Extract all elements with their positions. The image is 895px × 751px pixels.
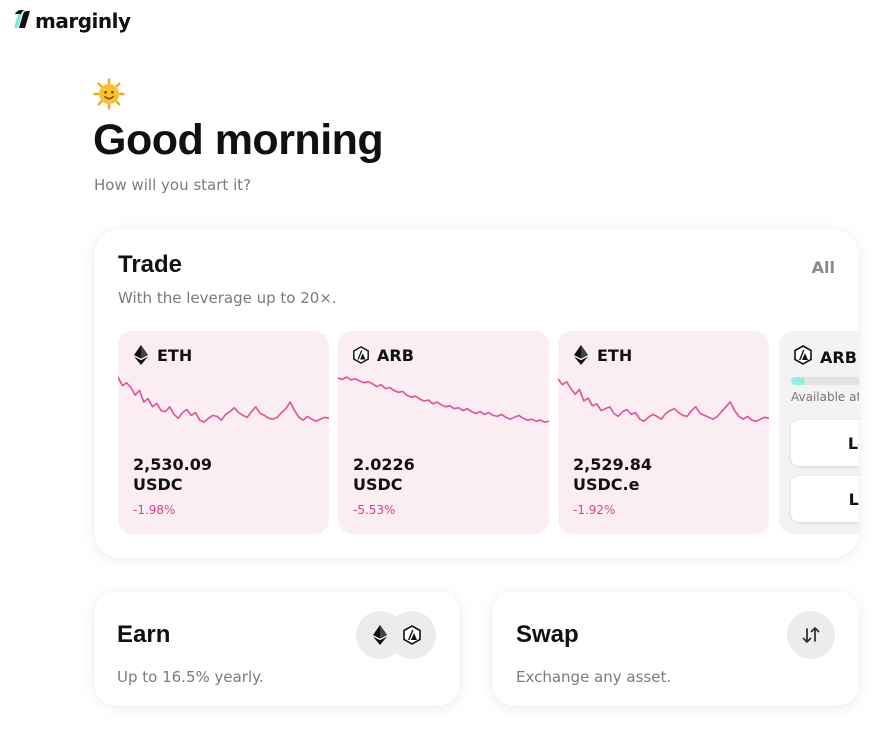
greeting-subtitle: How will you start it? [94, 176, 252, 194]
market-price: 2,530.09 [133, 455, 212, 474]
market-price: 2,529.84 [573, 455, 652, 474]
market-symbol-label: ETH [157, 345, 193, 365]
swap-card[interactable]: Swap Exchange any asset. [492, 591, 859, 706]
market-price: 2.0226 [353, 455, 415, 474]
trade-card: Trade With the leverage up to 20×. All E… [94, 229, 859, 558]
swap-arrows-icon [787, 611, 835, 659]
arb-icon [388, 611, 436, 659]
market-change: -5.53% [353, 503, 396, 517]
market-symbol-label: ARB [377, 345, 414, 365]
brand-logo[interactable]: marginly [12, 8, 131, 34]
greeting-title: Good morning [93, 116, 384, 164]
market-symbol: ETH [132, 345, 192, 365]
sparkline-path [558, 378, 769, 423]
swap-title: Swap [516, 621, 579, 648]
lend-card-arb: ARB / ETH Available at 30.5% APY Lend AR… [779, 331, 859, 534]
price-sparkline [118, 376, 329, 423]
market-tiles: ETH 2,530.09 USDC -1.98% ARB 2.0226 USDC… [118, 331, 859, 534]
swap-subtitle: Exchange any asset. [516, 668, 672, 686]
lend-button-2[interactable]: Lend ETH [791, 476, 859, 522]
market-quote: USDC [353, 475, 403, 494]
arb-icon [352, 345, 370, 365]
sparkline-path [338, 376, 549, 423]
market-tile-arb-usdc[interactable]: ARB 2.0226 USDC -5.53% [338, 331, 549, 534]
market-change: -1.98% [133, 503, 176, 517]
eth-icon [132, 345, 150, 365]
brand-name: marginly [35, 9, 131, 33]
market-change: -1.92% [573, 503, 616, 517]
earn-title: Earn [117, 621, 171, 648]
lend-progress-fill [791, 377, 805, 385]
lend-available-text: Available at 30.5% APY [791, 390, 859, 404]
trade-title: Trade [118, 251, 183, 278]
lend-symbol-label: ARB / ETH [820, 347, 859, 367]
market-quote: USDC.e [573, 475, 640, 494]
price-sparkline [558, 378, 769, 423]
all-markets-link[interactable]: All [812, 258, 835, 277]
market-tile-eth-usdce[interactable]: ETH 2,529.84 USDC.e -1.92% [558, 331, 769, 534]
market-symbol: ETH [572, 345, 632, 365]
market-tile-eth-usdc[interactable]: ETH 2,530.09 USDC -1.98% [118, 331, 329, 534]
lend-button-1[interactable]: Lend ARB [791, 420, 859, 466]
market-quote: USDC [133, 475, 183, 494]
sun-face-icon [93, 78, 125, 114]
earn-card[interactable]: Earn Up to 16.5% yearly. [94, 591, 460, 706]
price-sparkline [338, 376, 549, 423]
trade-subtitle: With the leverage up to 20×. [118, 289, 337, 307]
market-symbol: ARB [352, 345, 414, 365]
sparkline-path [118, 376, 329, 423]
lend-progress-bar [791, 377, 859, 385]
eth-icon [572, 345, 590, 365]
marginly-logo-icon [12, 8, 32, 34]
arb-icon [793, 345, 813, 369]
market-symbol-label: ETH [597, 345, 633, 365]
lend-symbol: ARB / ETH [793, 345, 859, 369]
earn-subtitle: Up to 16.5% yearly. [117, 668, 264, 686]
